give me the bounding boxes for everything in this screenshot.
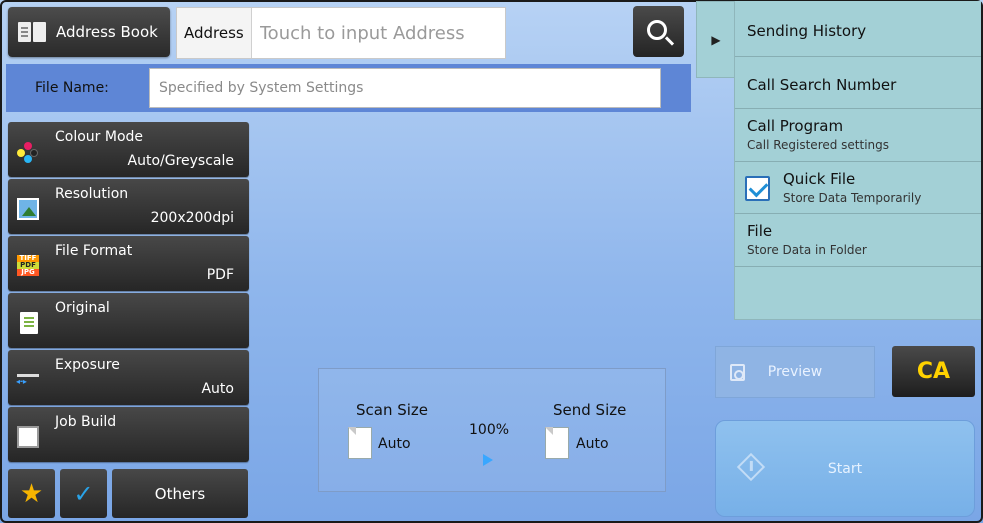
quick-file-sub: Store Data Temporarily xyxy=(783,191,922,205)
file-format-icon: TIFF PDF JPG xyxy=(17,255,39,277)
file-format-title: File Format xyxy=(55,243,133,259)
arrow-right-icon xyxy=(483,454,493,466)
send-size-label: Send Size xyxy=(553,401,627,419)
exposure-icon xyxy=(16,374,39,386)
file-item[interactable]: File Store Data in Folder xyxy=(735,214,981,267)
colour-mode-value: Auto/Greyscale xyxy=(127,153,235,169)
exposure-title: Exposure xyxy=(55,357,120,373)
panel-collapse-tab[interactable]: ▶ xyxy=(696,1,736,78)
file-name-input[interactable] xyxy=(149,68,661,108)
original-icon xyxy=(20,312,38,334)
quick-file-item[interactable]: Quick File Store Data Temporarily xyxy=(735,162,981,214)
start-button[interactable]: Start xyxy=(715,420,975,517)
quick-file-label: Quick File xyxy=(783,170,856,188)
action-panel: Sending History Call Search Number Call … xyxy=(734,1,981,320)
scan-paper-icon xyxy=(348,427,372,459)
favorite-button[interactable]: ★ xyxy=(8,469,55,518)
send-paper-icon xyxy=(545,427,569,459)
send-size-value: Auto xyxy=(576,436,609,452)
resolution-title: Resolution xyxy=(55,186,129,202)
clear-all-label: CA xyxy=(916,359,951,384)
call-search-number-item[interactable]: Call Search Number xyxy=(735,57,981,109)
star-icon: ★ xyxy=(19,478,44,509)
preview-label: Preview xyxy=(767,364,823,380)
file-sub: Store Data in Folder xyxy=(747,243,867,257)
sending-history-item[interactable]: Sending History xyxy=(735,1,981,57)
checklist-button[interactable]: ✓ xyxy=(60,469,107,518)
address-label: Address xyxy=(177,8,252,58)
original-title: Original xyxy=(55,300,110,316)
address-input[interactable] xyxy=(251,22,492,44)
preview-button[interactable]: Preview xyxy=(715,346,875,398)
call-search-number-label: Call Search Number xyxy=(747,76,897,94)
bottom-toolbar: ★ ✓ Others xyxy=(8,469,248,518)
call-program-item[interactable]: Call Program Call Registered settings xyxy=(735,109,981,162)
others-button[interactable]: Others xyxy=(112,469,248,518)
call-program-label: Call Program xyxy=(747,117,844,135)
colour-mode-button[interactable]: Colour Mode Auto/Greyscale xyxy=(8,122,249,177)
quick-file-checkbox[interactable] xyxy=(745,176,770,201)
file-name-bar: File Name: xyxy=(6,64,691,112)
exposure-button[interactable]: Exposure Auto xyxy=(8,350,249,405)
file-name-label: File Name: xyxy=(35,80,109,96)
clear-all-button[interactable]: CA xyxy=(892,346,975,397)
colour-mode-icon xyxy=(17,141,39,163)
start-icon xyxy=(736,452,766,482)
original-button[interactable]: Original xyxy=(8,293,249,348)
resolution-button[interactable]: Resolution 200x200dpi xyxy=(8,179,249,234)
scan-size-value: Auto xyxy=(378,436,411,452)
preview-icon xyxy=(730,364,745,381)
exposure-value: Auto xyxy=(201,381,234,397)
resolution-icon xyxy=(17,198,39,220)
start-label: Start xyxy=(827,460,863,477)
job-build-icon xyxy=(17,426,39,448)
job-build-button[interactable]: Job Build xyxy=(8,407,249,462)
address-field[interactable]: Address xyxy=(176,7,506,59)
call-program-sub: Call Registered settings xyxy=(747,138,890,152)
others-label: Others xyxy=(154,484,206,503)
search-icon xyxy=(646,19,667,40)
address-book-icon xyxy=(18,22,46,42)
address-book-button[interactable]: Address Book xyxy=(8,7,170,57)
search-button[interactable] xyxy=(633,6,684,57)
resolution-value: 200x200dpi xyxy=(150,210,234,226)
function-list: Colour Mode Auto/Greyscale Resolution 20… xyxy=(8,122,249,464)
collapse-arrow-icon: ▶ xyxy=(711,32,721,47)
ratio-value: 100% xyxy=(469,422,510,438)
size-summary: Scan Size Auto 100% Send Size Auto xyxy=(318,368,666,492)
file-format-value: PDF xyxy=(206,267,234,283)
sending-history-label: Sending History xyxy=(747,22,867,40)
file-format-button[interactable]: TIFF PDF JPG File Format PDF xyxy=(8,236,249,291)
address-book-label: Address Book xyxy=(56,23,158,41)
scan-size-label: Scan Size xyxy=(356,401,429,419)
colour-mode-title: Colour Mode xyxy=(55,129,144,145)
file-label: File xyxy=(747,222,773,240)
job-build-title: Job Build xyxy=(55,414,117,430)
checkmark-icon: ✓ xyxy=(73,479,94,508)
